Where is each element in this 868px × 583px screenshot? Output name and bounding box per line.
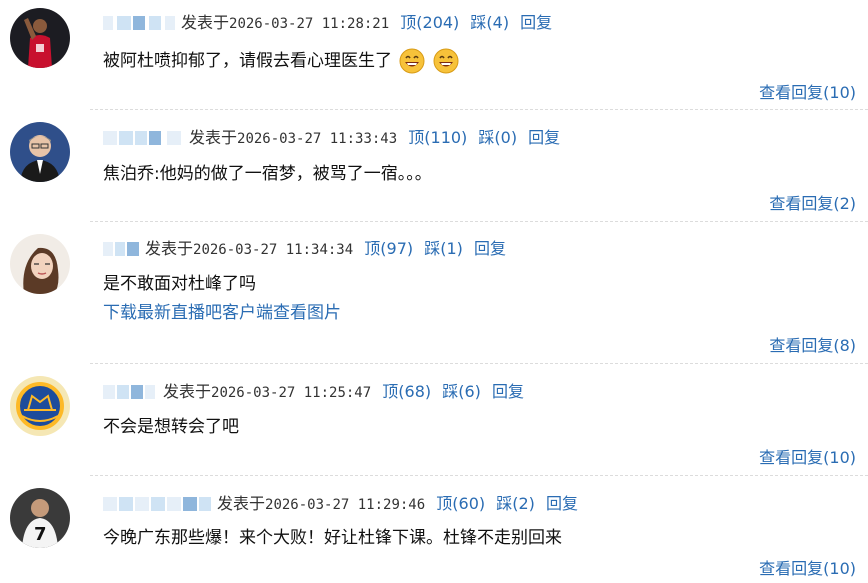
avatar[interactable] — [10, 122, 70, 182]
reply-button[interactable]: 回复 — [474, 239, 506, 258]
reply-button[interactable]: 回复 — [492, 382, 524, 401]
comment-item: 发表于2026-03-27 11:25:47 顶(68) 踩(6) 回复 不会是… — [0, 364, 868, 476]
grinning-face-icon — [433, 48, 459, 74]
reply-button[interactable]: 回复 — [528, 128, 560, 147]
comment-meta: 发表于2026-03-27 11:28:21 顶(204) 踩(4) 回复 — [103, 13, 552, 33]
avatar[interactable] — [10, 234, 70, 294]
reply-button[interactable]: 回复 — [546, 494, 578, 513]
username-redacted[interactable] — [103, 496, 213, 513]
timestamp: 2026-03-27 11:28:21 — [229, 16, 390, 32]
comment-item: 发表于2026-03-27 11:33:43 顶(110) 踩(0) 回复 焦泊… — [0, 110, 868, 222]
comment-meta: 发表于2026-03-27 11:25:47 顶(68) 踩(6) 回复 — [103, 382, 524, 402]
view-replies-link[interactable]: 查看回复(2) — [769, 194, 856, 214]
grinning-face-icon — [399, 48, 425, 74]
comment-meta: 发表于2026-03-27 11:34:34 顶(97) 踩(1) 回复 — [103, 239, 506, 259]
downvote-button[interactable]: 踩(4) — [470, 13, 509, 32]
posted-prefix: 发表于 — [145, 239, 194, 258]
view-replies-link[interactable]: 查看回复(10) — [759, 83, 856, 103]
upvote-button[interactable]: 顶(204) — [400, 13, 459, 32]
downvote-button[interactable]: 踩(0) — [478, 128, 517, 147]
timestamp: 2026-03-27 11:25:47 — [211, 385, 372, 401]
comment-text: 不会是想转会了吧 — [103, 417, 239, 437]
comment-item: 发表于2026-03-27 11:28:21 顶(204) 踩(4) 回复 被阿… — [0, 0, 868, 110]
timestamp: 2026-03-27 11:29:46 — [265, 497, 426, 513]
upvote-button[interactable]: 顶(60) — [436, 494, 485, 513]
avatar[interactable] — [10, 376, 70, 436]
comment-text: 今晚广东那些爆！来个大败！好让杜锋下课。杜锋不走别回来 — [103, 528, 562, 548]
upvote-button[interactable]: 顶(110) — [408, 128, 467, 147]
comment-feed: 发表于2026-03-27 11:28:21 顶(204) 踩(4) 回复 被阿… — [0, 0, 868, 583]
username-redacted[interactable] — [103, 384, 159, 401]
upvote-button[interactable]: 顶(68) — [382, 382, 431, 401]
timestamp: 2026-03-27 11:33:43 — [237, 131, 398, 147]
comment-item: 7 发表于2026-03-27 11:29:46 顶(60) 踩(2) 回复 今… — [0, 476, 868, 583]
posted-prefix: 发表于 — [217, 494, 266, 513]
upvote-button[interactable]: 顶(97) — [364, 239, 413, 258]
downvote-button[interactable]: 踩(2) — [496, 494, 535, 513]
comment-meta: 发表于2026-03-27 11:29:46 顶(60) 踩(2) 回复 — [103, 494, 578, 514]
username-redacted[interactable] — [103, 15, 177, 32]
posted-prefix: 发表于 — [163, 382, 212, 401]
comment-text-content: 被阿杜喷抑郁了，请假去看心理医生了 — [103, 51, 392, 71]
reply-button[interactable]: 回复 — [520, 13, 552, 32]
comment-text: 被阿杜喷抑郁了，请假去看心理医生了 — [103, 48, 459, 74]
username-redacted[interactable] — [103, 241, 141, 258]
view-replies-link[interactable]: 查看回复(8) — [769, 336, 856, 356]
svg-text:7: 7 — [34, 524, 47, 545]
comment-meta: 发表于2026-03-27 11:33:43 顶(110) 踩(0) 回复 — [103, 128, 560, 148]
posted-prefix: 发表于 — [189, 128, 238, 147]
comment-text: 焦泊乔:他妈的做了一宿梦，被骂了一宿。。。 — [103, 164, 432, 184]
posted-prefix: 发表于 — [181, 13, 230, 32]
username-redacted[interactable] — [103, 130, 185, 147]
download-app-link[interactable]: 下载最新直播吧客户端查看图片 — [103, 301, 341, 325]
avatar[interactable]: 7 — [10, 488, 70, 548]
downvote-button[interactable]: 踩(6) — [442, 382, 481, 401]
downvote-button[interactable]: 踩(1) — [424, 239, 463, 258]
comment-item: 发表于2026-03-27 11:34:34 顶(97) 踩(1) 回复 是不敢… — [0, 222, 868, 364]
view-replies-link[interactable]: 查看回复(10) — [759, 448, 856, 468]
timestamp: 2026-03-27 11:34:34 — [193, 242, 354, 258]
comment-text: 是不敢面对杜峰了吗 — [103, 274, 256, 294]
avatar[interactable] — [10, 8, 70, 68]
view-replies-link[interactable]: 查看回复(10) — [759, 559, 856, 579]
